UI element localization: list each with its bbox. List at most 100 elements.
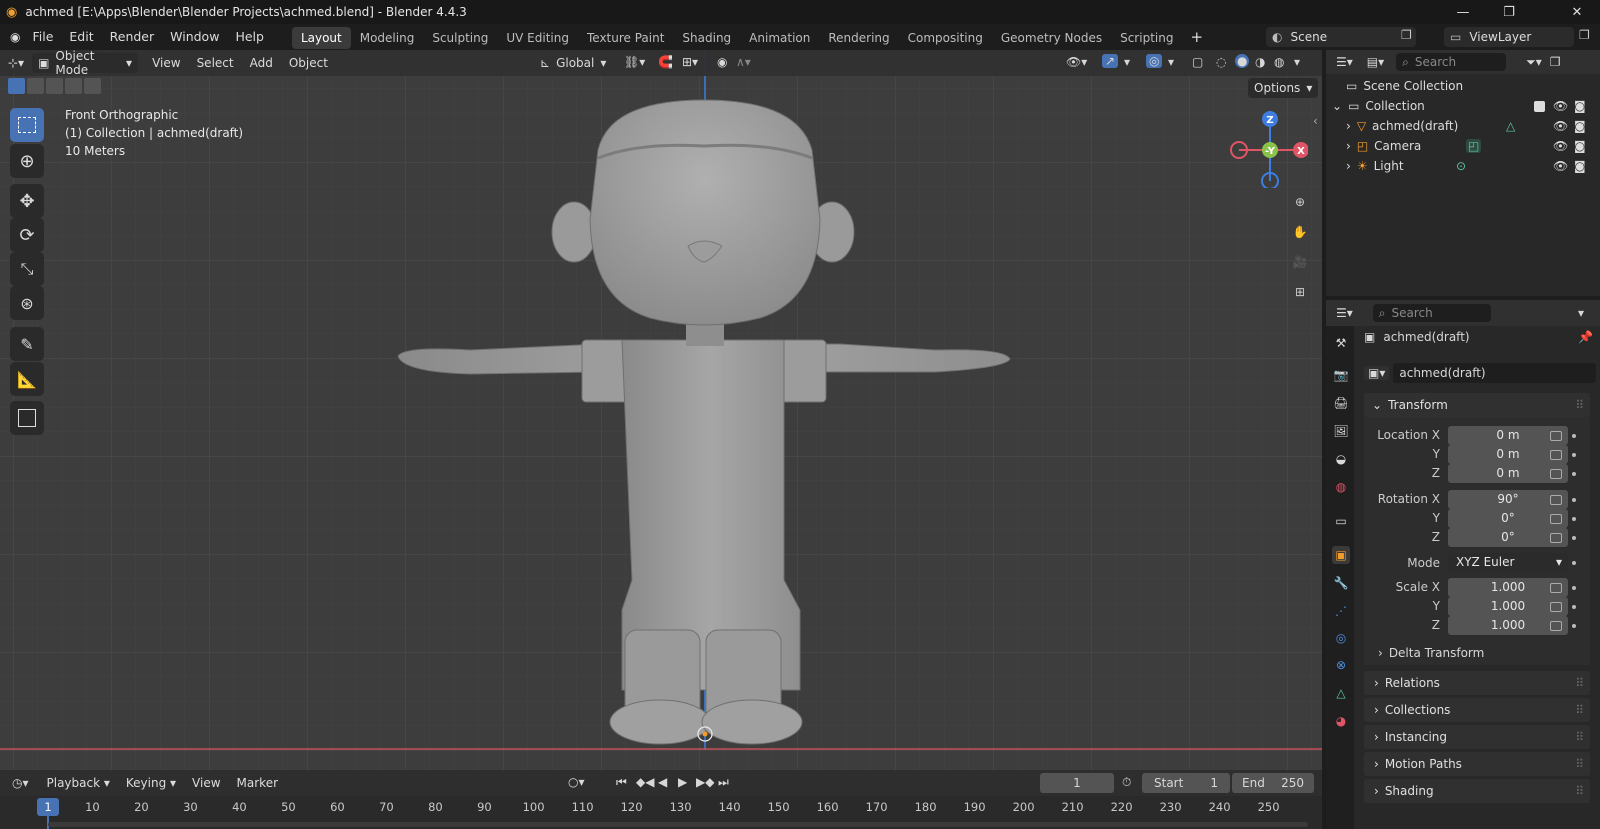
render-camera-icon[interactable]: ◙ — [1574, 139, 1586, 153]
falloff-icon[interactable]: ∧▾ — [736, 55, 751, 69]
drag-handle-icon[interactable]: ⠿ — [1575, 784, 1584, 798]
tab-sculpting[interactable]: Sculpting — [423, 27, 497, 49]
xray-icon[interactable]: ▢ — [1192, 55, 1203, 69]
play-icon[interactable]: ▶ — [678, 775, 687, 789]
render-camera-icon[interactable]: ◙ — [1574, 119, 1586, 133]
display-mode-icon[interactable]: ▤▾ — [1367, 55, 1384, 69]
lock-icon[interactable] — [1550, 533, 1562, 543]
pin-icon[interactable]: 📌 — [1578, 330, 1593, 344]
tool-tab-icon[interactable]: ⚒ — [1332, 334, 1350, 352]
outliner-collection[interactable]: ⌄ ▭ Collection 👁 ◙ — [1326, 96, 1600, 116]
tab-animation[interactable]: Animation — [740, 27, 819, 49]
keying-menu[interactable]: Keying ▾ — [118, 776, 184, 790]
particles-tab-icon[interactable]: ⋰ — [1332, 602, 1350, 620]
wireframe-shading-icon[interactable]: ◌ — [1216, 55, 1226, 69]
perspective-grid-icon[interactable]: ⊞ — [1286, 278, 1314, 306]
playback-menu[interactable]: Playback ▾ — [39, 776, 118, 790]
keyframe-dot-icon[interactable] — [1572, 536, 1576, 540]
keyframe-dot-icon[interactable] — [1572, 434, 1576, 438]
scene-tab-icon[interactable]: ◒ — [1332, 450, 1350, 468]
view-layer-selector[interactable]: ▭ ViewLayer — [1444, 27, 1574, 47]
relations-panel-header[interactable]: › Relations ⠿ — [1364, 671, 1590, 695]
outliner-editor-icon[interactable]: ☰▾ — [1336, 55, 1353, 69]
collection-tab-icon[interactable]: ▭ — [1332, 512, 1350, 530]
rotation-mode-dropdown[interactable]: XYZ Euler ▾ — [1448, 553, 1568, 572]
tab-texture-paint[interactable]: Texture Paint — [578, 27, 673, 49]
properties-editor-icon[interactable]: ☰▾ — [1336, 306, 1353, 320]
blender-menu-icon[interactable]: ◉ — [10, 30, 20, 44]
new-view-layer-icon[interactable]: ❐ — [1579, 28, 1590, 42]
view-layer-tab-icon[interactable]: 🖼 — [1332, 422, 1350, 440]
3d-viewport[interactable]: ⊹▾ ▣ Object Mode ▾ View Select Add Objec… — [0, 50, 1322, 770]
options-button[interactable]: Options ▾ — [1248, 78, 1319, 98]
prev-keyframe-icon[interactable]: ◆◀ — [636, 775, 654, 789]
select-new-icon[interactable] — [8, 78, 25, 94]
menu-select[interactable]: Select — [189, 56, 242, 70]
editor-type-icon[interactable]: ⊹▾ — [0, 56, 32, 70]
timeline-scrollbar[interactable] — [48, 822, 1308, 827]
render-camera-icon[interactable]: ◙ — [1574, 99, 1586, 113]
menu-add[interactable]: Add — [242, 56, 281, 70]
constraints-tab-icon[interactable]: ⊗ — [1332, 656, 1350, 674]
keyframe-dot-icon[interactable] — [1572, 605, 1576, 609]
eye-icon[interactable]: 👁 — [1553, 99, 1568, 113]
render-tab-icon[interactable]: 📷 — [1332, 366, 1350, 384]
outliner-item-light[interactable]: › ☀ Light ⊙ 👁 ◙ — [1326, 156, 1600, 176]
lock-icon[interactable] — [1550, 514, 1562, 524]
tab-uv-editing[interactable]: UV Editing — [497, 27, 578, 49]
delta-transform-header[interactable]: › Delta Transform — [1378, 646, 1484, 660]
timeline-editor-icon[interactable]: ◷▾ — [12, 776, 29, 790]
menu-edit[interactable]: Edit — [61, 24, 101, 50]
menu-render[interactable]: Render — [102, 24, 163, 50]
snap-target-icon[interactable]: ⊞▾ — [682, 55, 698, 69]
data-tab-icon[interactable]: △ — [1332, 684, 1350, 702]
material-tab-icon[interactable]: ◕ — [1332, 712, 1350, 730]
sidebar-toggle-icon[interactable]: ‹ — [1313, 114, 1318, 128]
restore-icon[interactable]: ❐ — [1486, 0, 1532, 24]
collections-panel-header[interactable]: › Collections ⠿ — [1364, 698, 1590, 722]
instancing-panel-header[interactable]: › Instancing ⠿ — [1364, 725, 1590, 749]
close-icon[interactable]: ✕ — [1554, 0, 1600, 24]
tab-geometry-nodes[interactable]: Geometry Nodes — [992, 27, 1111, 49]
zoom-icon[interactable]: ⊕ — [1286, 188, 1314, 216]
physics-tab-icon[interactable]: ◎ — [1332, 629, 1350, 647]
eye-icon[interactable]: 👁 — [1553, 119, 1568, 133]
drag-handle-icon[interactable]: ⠿ — [1575, 676, 1584, 690]
playhead-frame-marker[interactable]: 1 — [37, 798, 59, 816]
gizmo-menu-icon[interactable]: ▾ — [1124, 55, 1130, 69]
menu-help[interactable]: Help — [227, 24, 272, 50]
rotate-tool[interactable]: ⟳ — [10, 218, 44, 252]
start-frame-field[interactable]: Start 1 — [1142, 773, 1230, 793]
outliner-item-camera[interactable]: › ◰ Camera ◰ 👁 ◙ — [1326, 136, 1600, 156]
select-intersect-icon[interactable] — [84, 78, 101, 94]
scene-selector[interactable]: ◐ Scene — [1266, 27, 1416, 47]
minimize-icon[interactable]: — — [1440, 0, 1486, 24]
shading-panel-header[interactable]: › Shading ⠿ — [1364, 779, 1590, 803]
collection-checkbox-icon[interactable] — [1534, 100, 1545, 112]
mode-selector[interactable]: ▣ Object Mode ▾ — [32, 50, 139, 77]
timeline-view-menu[interactable]: View — [184, 776, 228, 790]
properties-search-input[interactable]: ⌕ Search — [1372, 304, 1491, 322]
output-tab-icon[interactable]: 🖨 — [1332, 394, 1350, 412]
scale-tool[interactable]: ⤡ — [10, 252, 44, 286]
drag-handle-icon[interactable]: ⠿ — [1575, 757, 1584, 771]
jump-end-icon[interactable]: ⏭ — [718, 775, 729, 790]
lock-icon[interactable] — [1550, 431, 1562, 441]
keyframe-dot-icon[interactable] — [1572, 624, 1576, 628]
outliner-item-achmed[interactable]: › ▽ achmed(draft) △ 👁 ◙ — [1326, 116, 1600, 136]
orientation-selector[interactable]: ⊾ Global ▾ — [540, 53, 606, 73]
solid-shading-icon[interactable]: ● — [1235, 54, 1250, 68]
eye-icon[interactable]: 👁 — [1553, 159, 1568, 173]
keyframe-dot-icon[interactable] — [1572, 517, 1576, 521]
lock-icon[interactable] — [1550, 495, 1562, 505]
overlay-toggle-icon[interactable]: ◎ — [1146, 54, 1163, 68]
tab-rendering[interactable]: Rendering — [819, 27, 898, 49]
menu-window[interactable]: Window — [162, 24, 227, 50]
eye-icon[interactable]: 👁 — [1553, 139, 1568, 153]
lock-icon[interactable] — [1550, 583, 1562, 593]
render-camera-icon[interactable]: ◙ — [1574, 159, 1586, 173]
rendered-shading-icon[interactable]: ◍ — [1274, 55, 1284, 69]
next-keyframe-icon[interactable]: ▶◆ — [696, 775, 714, 789]
tab-compositing[interactable]: Compositing — [899, 27, 992, 49]
add-workspace-icon[interactable]: + — [1182, 24, 1211, 50]
